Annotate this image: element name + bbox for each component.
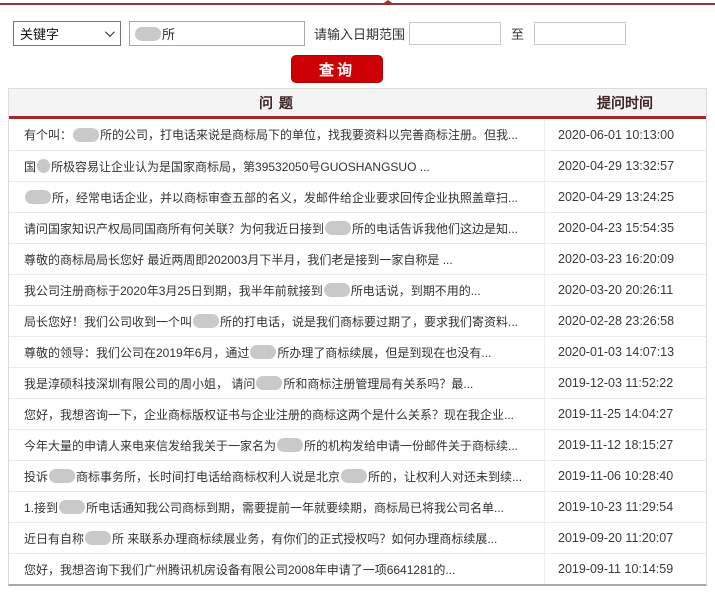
question-cell[interactable]: 尊敬的领导：我们公司在2019年6月，通过 所办理了商标续展，但是到现在也没有..… <box>9 337 544 367</box>
date-to-input[interactable] <box>534 22 627 45</box>
table-row[interactable]: 尊敬的领导：我们公司在2019年6月，通过 所办理了商标续展，但是到现在也没有..… <box>9 336 706 367</box>
time-cell: 2019-11-06 10:28:40 <box>544 461 706 491</box>
redacted-text <box>135 26 161 41</box>
table-row[interactable]: 近日有自称 所 来联系办理商标续展业务，有你们的正式授权吗？如何办理商标续展..… <box>9 522 706 553</box>
table-body: 有个叫： 所的公司，打电话来说是商标局下的单位，找我要资料以完善商标注册。但我..… <box>9 119 706 584</box>
question-cell[interactable]: 我是淳硕科技深圳有限公司的周小姐， 请问 所和商标注册管理局有关系吗？最... <box>9 368 544 398</box>
time-cell: 2020-04-29 13:24:25 <box>544 182 706 212</box>
top-divider-line <box>0 3 715 5</box>
table-header-row: 问 题 提问时间 <box>9 89 706 119</box>
date-from-input[interactable] <box>409 22 502 45</box>
table-row[interactable]: 我公司注册商标于2020年3月25日到期，我半年前就接到 所电话说，到期不用的..… <box>9 274 706 305</box>
redacted-text <box>256 376 283 390</box>
date-range-label: 请输入日期范围 <box>314 27 406 42</box>
time-cell: 2019-11-25 14:04:27 <box>544 399 706 429</box>
question-cell[interactable]: 尊敬的商标局局长您好 最近两周即202003月下半月，我们老是接到一家自称是 .… <box>9 244 544 274</box>
question-cell[interactable]: 局长您好！我们公司收到一个叫 所的打电话，说是我们商标要过期了，要求我们寄资料..… <box>9 306 544 336</box>
time-cell: 2020-03-20 20:26:11 <box>544 275 706 305</box>
table-row[interactable]: 您好，我想咨询下我们广州腾讯机房设备有限公司2008年申请了一项6641281的… <box>9 553 706 584</box>
question-cell[interactable]: 有个叫： 所的公司，打电话来说是商标局下的单位，找我要资料以完善商标注册。但我..… <box>9 119 544 150</box>
time-column-header: 提问时间 <box>597 94 653 111</box>
table-row[interactable]: 请问国家知识产权局同国商所有何关联？为何我近日接到 所的电话告诉我他们这边是知..… <box>9 212 706 243</box>
keyword-type-selected-option: 关键字 <box>20 27 60 42</box>
redacted-text <box>73 127 100 142</box>
question-cell[interactable]: 请问国家知识产权局同国商所有何关联？为何我近日接到 所的电话告诉我他们这边是知..… <box>9 213 544 243</box>
redacted-text <box>277 438 304 452</box>
redacted-text <box>49 469 76 483</box>
redacted-text <box>323 283 350 297</box>
redacted-text <box>341 469 368 483</box>
time-cell: 2020-06-01 10:13:00 <box>544 119 706 150</box>
keyword-type-select[interactable]: 关键字 <box>13 21 121 46</box>
time-cell: 2019-11-12 18:15:27 <box>544 430 706 460</box>
time-cell: 2019-09-11 10:14:59 <box>544 554 706 584</box>
time-cell: 2020-01-03 14:07:13 <box>544 337 706 367</box>
redacted-text <box>325 221 352 235</box>
table-row[interactable]: 我是淳硕科技深圳有限公司的周小姐， 请问 所和商标注册管理局有关系吗？最... 20… <box>9 367 706 398</box>
question-cell[interactable]: 1.接到 所电话通知我公司商标到期，需要提前一年就要续期，商标局已将我公司名单..… <box>9 492 544 522</box>
query-button[interactable]: 查询 <box>291 55 383 83</box>
redacted-text <box>193 314 220 328</box>
table-row[interactable]: 1.接到 所电话通知我公司商标到期，需要提前一年就要续期，商标局已将我公司名单..… <box>9 491 706 522</box>
search-form: 关键字 所 请输入日期范围 至 <box>13 21 627 46</box>
keyword-input[interactable]: 所 <box>129 21 305 46</box>
question-cell[interactable]: 您好，我想咨询下我们广州腾讯机房设备有限公司2008年申请了一项6641281的… <box>9 554 544 584</box>
redacted-text <box>250 345 277 359</box>
table-row[interactable]: 投诉 商标事务所，长时间打电话给商标权利人说是北京 所的，让权利人对还未到续... 2… <box>9 460 706 491</box>
table-row[interactable]: 所，经常电话企业，并以商标审查五部的名义，发邮件给企业要求回传企业执照盖章扫..… <box>9 181 706 212</box>
question-cell[interactable]: 您好，我想咨询一下，企业商标版权证书与企业注册的商标这两个是什么关系？现在我企业… <box>9 399 544 429</box>
question-cell[interactable]: 国所极容易让企业认为是国家商标局，第39532050号GUOSHANGSUO .… <box>9 151 544 181</box>
redacted-text <box>85 531 112 545</box>
table-row[interactable]: 有个叫： 所的公司，打电话来说是商标局下的单位，找我要资料以完善商标注册。但我..… <box>9 119 706 150</box>
time-cell: 2020-03-23 16:20:09 <box>544 244 706 274</box>
question-cell[interactable]: 我公司注册商标于2020年3月25日到期，我半年前就接到 所电话说，到期不用的..… <box>9 275 544 305</box>
time-cell: 2019-12-03 11:52:22 <box>544 368 706 398</box>
time-cell: 2020-04-23 15:54:35 <box>544 213 706 243</box>
table-row[interactable]: 今年大量的申请人来电来信发给我关于一家名为 所的机构发给申请一份邮件关于商标续..… <box>9 429 706 460</box>
question-cell[interactable]: 所，经常电话企业，并以商标审查五部的名义，发邮件给企业要求回传企业执照盖章扫..… <box>9 182 544 212</box>
table-row[interactable]: 尊敬的商标局局长您好 最近两周即202003月下半月，我们老是接到一家自称是 .… <box>9 243 706 274</box>
question-column-header: 问 题 <box>259 94 294 111</box>
time-cell: 2020-04-29 13:32:57 <box>544 151 706 181</box>
date-to-label: 至 <box>511 27 525 42</box>
question-cell[interactable]: 投诉 商标事务所，长时间打电话给商标权利人说是北京 所的，让权利人对还未到续... <box>9 461 544 491</box>
chevron-down-icon <box>104 27 115 38</box>
redacted-text <box>37 159 51 173</box>
questions-table: 问 题 提问时间 有个叫： 所的公司，打电话来说是商标局下的单位，找我要资料以完善… <box>8 88 707 586</box>
table-row[interactable]: 国所极容易让企业认为是国家商标局，第39532050号GUOSHANGSUO .… <box>9 150 706 181</box>
time-cell: 2020-02-28 23:26:58 <box>544 306 706 336</box>
time-cell: 2019-10-23 11:29:54 <box>544 492 706 522</box>
question-cell[interactable]: 今年大量的申请人来电来信发给我关于一家名为 所的机构发给申请一份邮件关于商标续..… <box>9 430 544 460</box>
question-cell[interactable]: 近日有自称 所 来联系办理商标续展业务，有你们的正式授权吗？如何办理商标续展..… <box>9 523 544 553</box>
tab-pointer-arrow-icon <box>381 0 395 5</box>
time-cell: 2019-09-20 11:20:07 <box>544 523 706 553</box>
table-row[interactable]: 您好，我想咨询一下，企业商标版权证书与企业注册的商标这两个是什么关系？现在我企业… <box>9 398 706 429</box>
redacted-text <box>59 500 86 514</box>
redacted-text <box>25 190 51 204</box>
table-row[interactable]: 局长您好！我们公司收到一个叫 所的打电话，说是我们商标要过期了，要求我们寄资料..… <box>9 305 706 336</box>
